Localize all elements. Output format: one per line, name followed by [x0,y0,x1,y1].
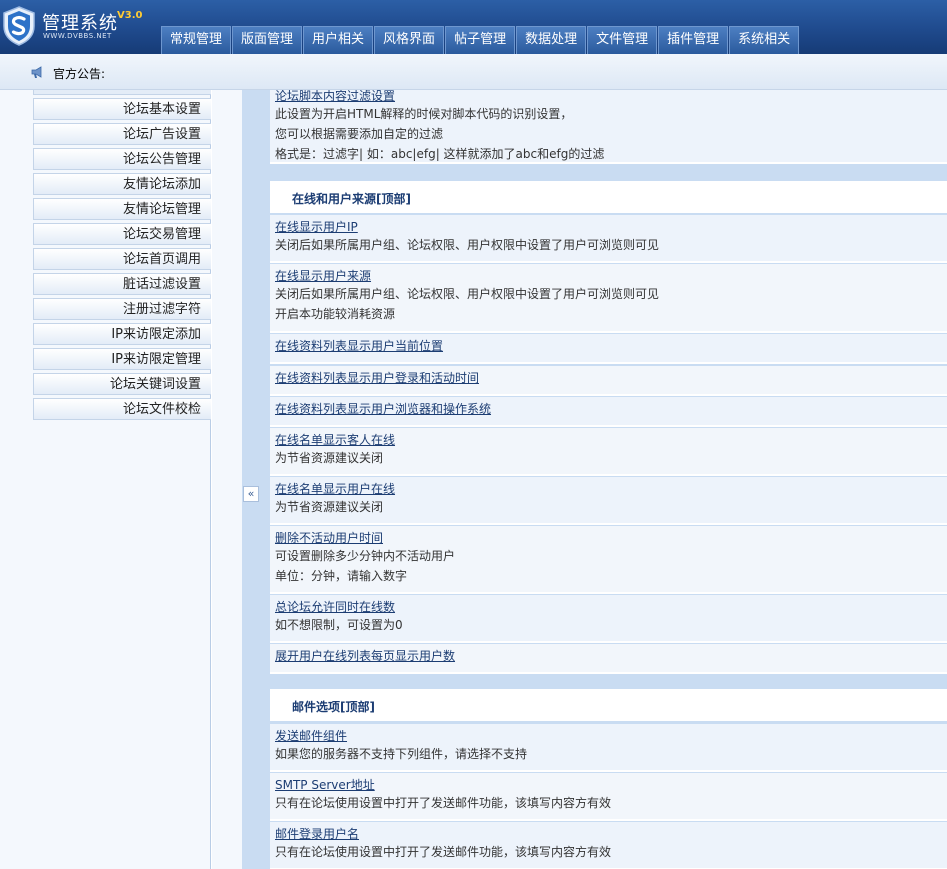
setting-row: 展开用户在线列表每页显示用户数 [270,644,947,674]
setting-row: 在线显示用户来源 关闭后如果所属用户组、论坛权限、用户权限中设置了用户可浏览则可… [270,264,947,333]
sidebar-item-basic-settings[interactable]: 论坛基本设置 [33,98,211,120]
setting-desc: 您可以根据需要添加自定的过滤 [275,127,444,141]
setting-desc: 可设置删除多少分钟内不活动用户 [275,549,456,563]
nav-tab-plugins[interactable]: 插件管理 [658,26,729,54]
section-title[interactable]: 邮件选项[顶部] [292,698,375,715]
setting-desc: 为节省资源建议关闭 [275,451,384,465]
setting-row: 在线名单显示用户在线 为节省资源建议关闭 [270,477,947,525]
setting-desc: 只有在论坛使用设置中打开了发送邮件功能，该填写内容方有效 [275,845,612,859]
setting-title[interactable]: 展开用户在线列表每页显示用户数 [275,648,947,664]
nav-tab-general[interactable]: 常规管理 [161,26,232,54]
setting-title[interactable]: 总论坛允许同时在线数 [275,599,947,615]
setting-title[interactable]: 在线显示用户IP [275,219,947,235]
sidebar-menu: 论坛基本设置 论坛广告设置 论坛公告管理 友情论坛添加 友情论坛管理 论坛交易管… [33,98,211,423]
announcement-label: 官方公告: [53,67,106,81]
setting-title[interactable]: 发送邮件组件 [275,728,947,744]
nav-tab-users[interactable]: 用户相关 [303,26,374,54]
collapse-sidebar-button[interactable]: « [243,486,259,502]
nav-tab-system[interactable]: 系统相关 [729,26,800,54]
top-header: 管理系统 V3.0 WWW.DVBBS.NET 常规管理 版面管理 用户相关 风… [0,0,947,54]
nav-tab-boards[interactable]: 版面管理 [232,26,303,54]
section-header-email: 邮件选项[顶部] [270,688,947,722]
setting-desc: 为节省资源建议关闭 [275,500,384,514]
left-sidebar: 论坛基本设置 论坛广告设置 论坛公告管理 友情论坛添加 友情论坛管理 论坛交易管… [0,90,211,869]
announcement-bar: 官方公告: [0,54,947,90]
setting-desc: 开启本功能较消耗资源 [275,307,396,321]
section-title[interactable]: 在线和用户来源[顶部] [292,190,411,207]
main-nav: 常规管理 版面管理 用户相关 风格界面 帖子管理 数据处理 文件管理 插件管理 … [161,26,800,54]
nav-tab-posts[interactable]: 帖子管理 [445,26,516,54]
sidebar-item-file-check[interactable]: 论坛文件校检 [33,398,211,420]
setting-row: SMTP Server地址 只有在论坛使用设置中打开了发送邮件功能，该填写内容方… [270,773,947,821]
setting-row: 在线资料列表显示用户当前位置 [270,334,947,364]
megaphone-icon [31,66,42,78]
nav-tab-data[interactable]: 数据处理 [516,26,587,54]
sidebar-item-homepage-call[interactable]: 论坛首页调用 [33,248,211,270]
setting-title[interactable]: 邮件登录用户名 [275,826,947,842]
setting-title[interactable]: 论坛脚本内容过滤设置 [275,90,947,104]
setting-desc: 格式是：过滤字| 如：abc|efg| 这样就添加了abc和efg的过滤 [275,147,605,161]
menu-top-edge [33,90,211,95]
nav-tab-files[interactable]: 文件管理 [587,26,658,54]
setting-desc: 如不想限制，可设置为0 [275,618,403,632]
setting-title[interactable]: 在线显示用户来源 [275,268,947,284]
setting-desc: 只有在论坛使用设置中打开了发送邮件功能，该填写内容方有效 [275,796,612,810]
sidebar-item-trade-manage[interactable]: 论坛交易管理 [33,223,211,245]
sidebar-item-ip-limit-manage[interactable]: IP来访限定管理 [33,348,211,370]
sidebar-item-ad-settings[interactable]: 论坛广告设置 [33,123,211,145]
nav-tab-styles[interactable]: 风格界面 [374,26,445,54]
shield-logo-icon [3,6,35,46]
app-url: WWW.DVBBS.NET [43,32,112,40]
setting-row: 发送邮件组件 如果您的服务器不支持下列组件，请选择不支持 [270,724,947,772]
frame-splitter [212,90,270,869]
setting-title[interactable]: 在线名单显示用户在线 [275,481,947,497]
setting-title[interactable]: 删除不活动用户时间 [275,530,947,546]
setting-row: 总论坛允许同时在线数 如不想限制，可设置为0 [270,595,947,643]
sidebar-item-register-filter[interactable]: 注册过滤字符 [33,298,211,320]
section-header-online: 在线和用户来源[顶部] [270,180,947,214]
setting-row: 在线名单显示客人在线 为节省资源建议关闭 [270,428,947,476]
setting-desc: 关闭后如果所属用户组、论坛权限、用户权限中设置了用户可浏览则可见 [275,238,660,252]
sidebar-item-keywords[interactable]: 论坛关键词设置 [33,373,211,395]
setting-title[interactable]: 在线资料列表显示用户登录和活动时间 [275,370,947,386]
app-version: V3.0 [117,10,143,21]
setting-title[interactable]: 在线资料列表显示用户当前位置 [275,338,947,354]
setting-row: 在线显示用户IP 关闭后如果所属用户组、论坛权限、用户权限中设置了用户可浏览则可… [270,215,947,263]
setting-row-script-filter: 论坛脚本内容过滤设置 此设置为开启HTML解释的时候对脚本代码的识别设置， 您可… [270,90,947,164]
sidebar-item-friend-forum-add[interactable]: 友情论坛添加 [33,173,211,195]
setting-row: 删除不活动用户时间 可设置删除多少分钟内不活动用户 单位：分钟，请输入数字 [270,526,947,594]
setting-row: 在线资料列表显示用户登录和活动时间 [270,366,947,396]
setting-desc: 关闭后如果所属用户组、论坛权限、用户权限中设置了用户可浏览则可见 [275,287,660,301]
setting-title[interactable]: 在线名单显示客人在线 [275,432,947,448]
setting-desc: 如果您的服务器不支持下列组件，请选择不支持 [275,747,528,761]
sidebar-item-profanity-filter[interactable]: 脏话过滤设置 [33,273,211,295]
setting-row: 在线资料列表显示用户浏览器和操作系统 [270,397,947,427]
setting-row: 邮件登录用户名 只有在论坛使用设置中打开了发送邮件功能，该填写内容方有效 [270,822,947,869]
sidebar-item-announcements[interactable]: 论坛公告管理 [33,148,211,170]
setting-desc: 单位：分钟，请输入数字 [275,569,408,583]
sidebar-item-friend-forum-manage[interactable]: 友情论坛管理 [33,198,211,220]
sidebar-item-ip-limit-add[interactable]: IP来访限定添加 [33,323,211,345]
setting-desc: 此设置为开启HTML解释的时候对脚本代码的识别设置， [275,107,573,121]
setting-title[interactable]: SMTP Server地址 [275,777,947,793]
settings-panel: 论坛脚本内容过滤设置 此设置为开启HTML解释的时候对脚本代码的识别设置， 您可… [270,90,947,869]
setting-title[interactable]: 在线资料列表显示用户浏览器和操作系统 [275,401,947,417]
